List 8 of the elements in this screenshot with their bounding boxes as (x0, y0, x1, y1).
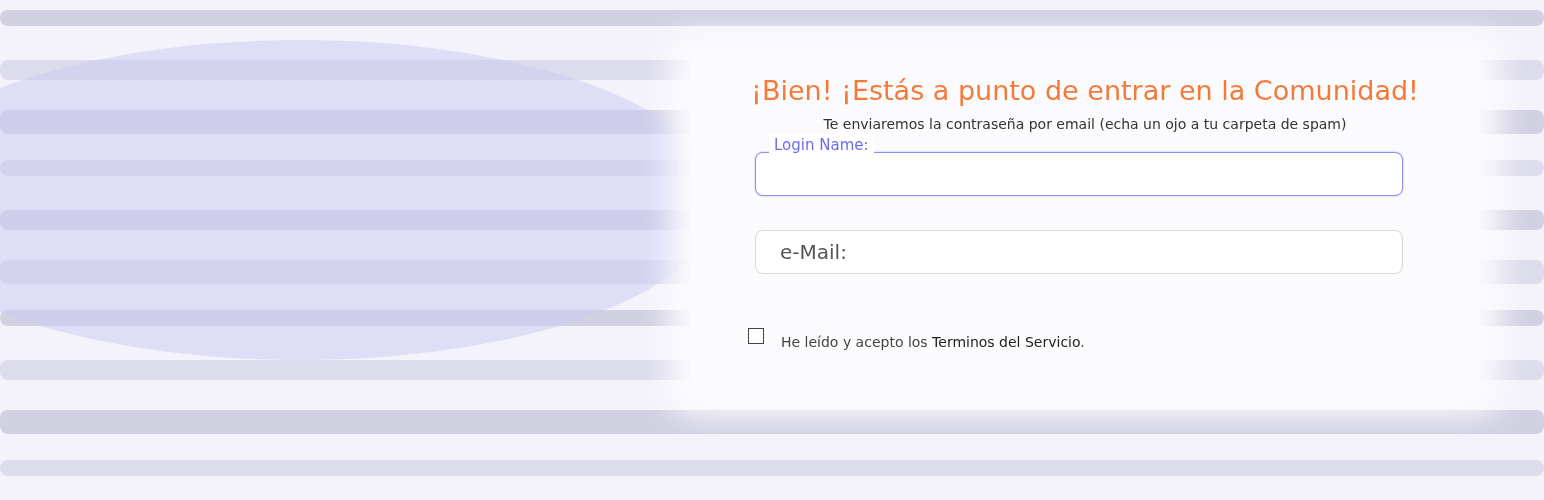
terms-checkbox[interactable] (748, 328, 764, 344)
login-name-field[interactable] (755, 152, 1403, 196)
field-label: Login Name: (769, 134, 874, 156)
form-subtitle: Te enviaremos la contraseña por email (echa un ojo a tu carpeta de spam) (823, 116, 1347, 132)
terms-text: He leído y acepto los Terminos del Servicio. (781, 334, 1085, 350)
form-title: ¡Bien! ¡Estás a punto de entrar en la Comunidad! (751, 75, 1419, 106)
email-field[interactable]: e-Mail: (755, 230, 1403, 274)
terms-link[interactable]: Terminos del Servicio (932, 334, 1081, 350)
